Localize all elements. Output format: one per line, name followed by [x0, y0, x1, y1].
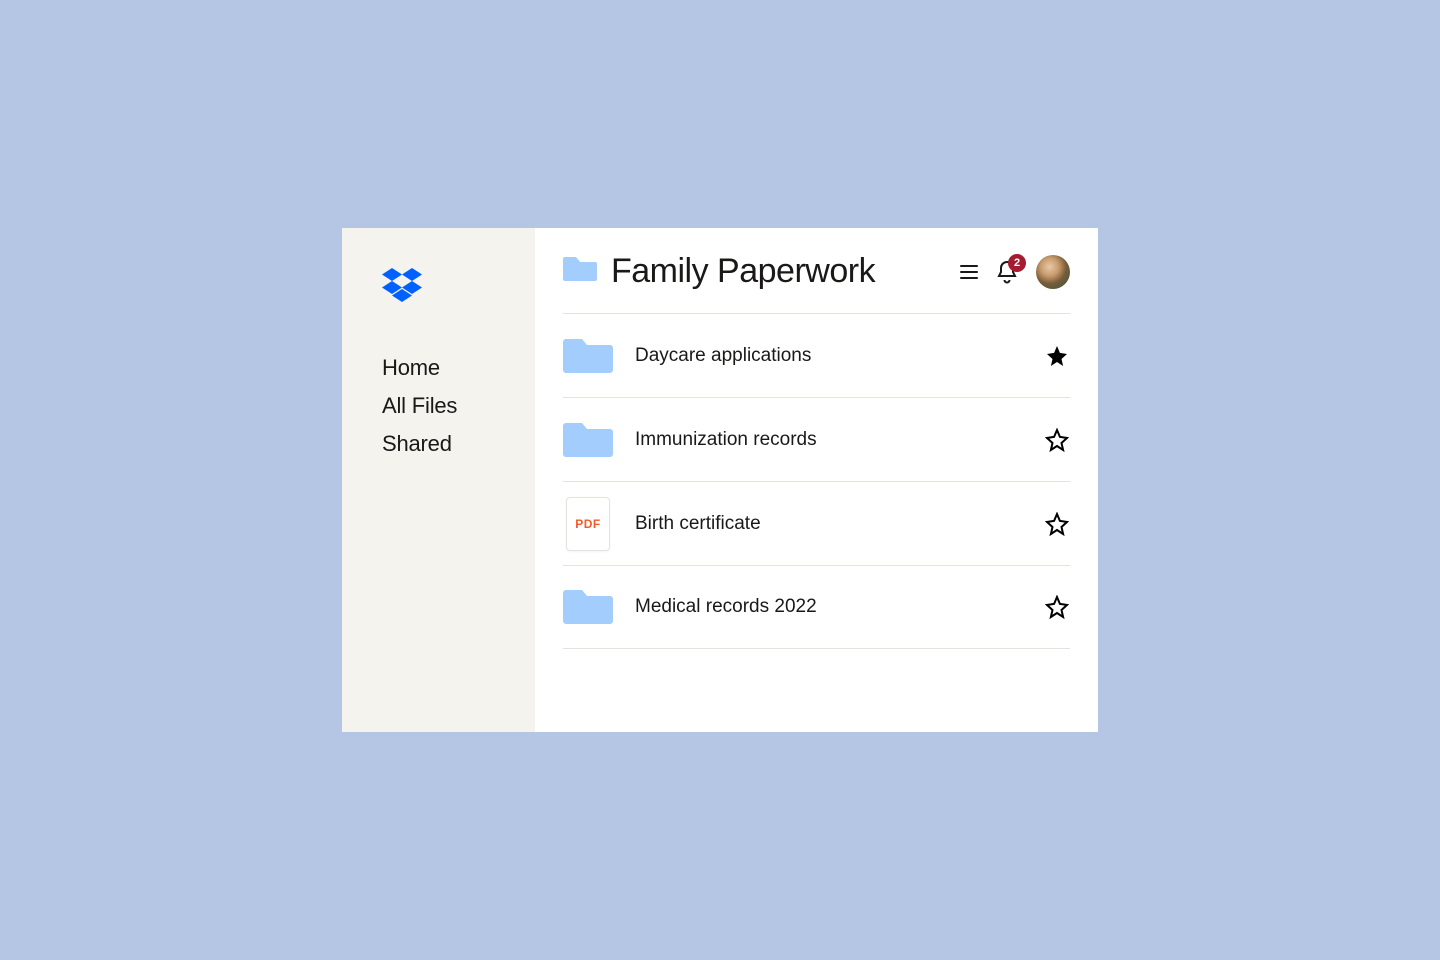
app-window: Home All Files Shared Family Paperwork: [342, 228, 1098, 732]
page-title: Family Paperwork: [611, 252, 946, 291]
notification-badge: 2: [1008, 254, 1026, 272]
file-list: Daycare applications Immunization record…: [563, 313, 1070, 649]
menu-icon[interactable]: [960, 264, 978, 280]
sidebar-item-shared[interactable]: Shared: [382, 431, 535, 457]
list-item[interactable]: Immunization records: [563, 397, 1070, 481]
folder-icon: [563, 336, 613, 376]
main-panel: Family Paperwork 2: [535, 228, 1098, 732]
list-item[interactable]: Daycare applications: [563, 313, 1070, 397]
list-item[interactable]: PDF Birth certificate: [563, 481, 1070, 565]
star-icon[interactable]: [1044, 344, 1070, 368]
folder-icon: [563, 420, 613, 460]
file-name: Birth certificate: [635, 513, 1022, 535]
file-name: Medical records 2022: [635, 596, 1022, 618]
file-name: Daycare applications: [635, 345, 1022, 367]
header-actions: 2: [960, 255, 1070, 289]
sidebar-item-all-files[interactable]: All Files: [382, 393, 535, 419]
sidebar: Home All Files Shared: [342, 228, 535, 732]
dropbox-logo-icon[interactable]: [382, 268, 535, 307]
notifications-bell-icon[interactable]: 2: [996, 260, 1018, 284]
folder-icon: [563, 587, 613, 627]
star-outline-icon[interactable]: [1044, 512, 1070, 536]
avatar[interactable]: [1036, 255, 1070, 289]
sidebar-item-home[interactable]: Home: [382, 355, 535, 381]
list-item[interactable]: Medical records 2022: [563, 565, 1070, 649]
pdf-label: PDF: [566, 497, 610, 551]
file-name: Immunization records: [635, 429, 1022, 451]
star-outline-icon[interactable]: [1044, 595, 1070, 619]
star-outline-icon[interactable]: [1044, 428, 1070, 452]
page-header: Family Paperwork 2: [563, 252, 1070, 313]
folder-icon: [563, 255, 597, 288]
pdf-file-icon: PDF: [563, 497, 613, 551]
